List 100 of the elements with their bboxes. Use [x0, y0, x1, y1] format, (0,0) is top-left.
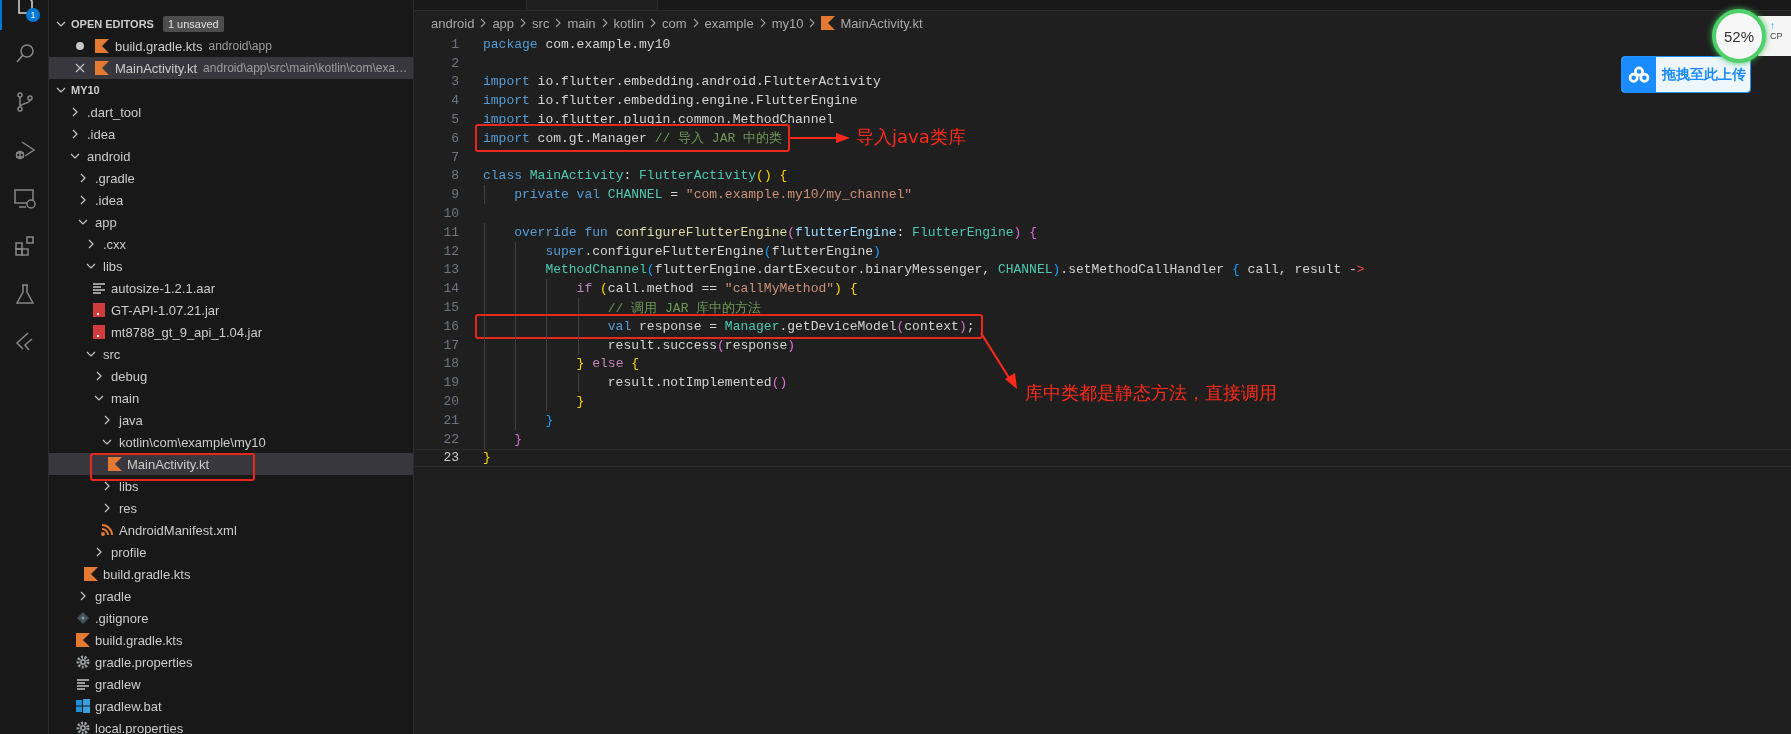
file-item[interactable]: gradlew.bat — [49, 695, 413, 717]
annotation-arrow — [790, 132, 851, 145]
line-number: 18 — [442, 356, 459, 372]
code-line: } — [513, 431, 522, 447]
folder-item[interactable]: debug — [49, 365, 413, 387]
breadcrumb-item[interactable]: MainActivity.kt — [840, 15, 923, 31]
chevron-right-icon — [808, 18, 817, 28]
code-line: import io.flutter.embedding.android.FlutterActivity — [483, 74, 881, 90]
jar-file-icon — [92, 303, 106, 317]
code-line: import io.flutter.embedding.engine.FlutterEngine — [483, 93, 858, 109]
folder-item[interactable]: .cxx — [49, 233, 413, 255]
folder-item[interactable]: libs — [49, 475, 413, 497]
jar-file-icon — [92, 325, 106, 339]
breadcrumb-item[interactable]: android — [431, 15, 475, 31]
code-line: override fun configureFlutterEngine(flutterEngine: FlutterEngine) { — [513, 224, 1037, 240]
section-title[interactable]: OPEN EDITORS — [71, 18, 154, 30]
folder-item[interactable]: android — [49, 145, 413, 167]
diamond-icon — [76, 611, 90, 625]
notification-badge: 1 — [26, 8, 40, 22]
kotlin-file-icon — [821, 16, 836, 30]
text-file-icon — [76, 677, 90, 691]
kotlin-file-icon — [95, 61, 109, 75]
line-number: 3 — [450, 74, 459, 90]
line-number: 9 — [450, 187, 459, 203]
code-line: package com.example.my10 — [483, 36, 671, 52]
folder-item[interactable]: .idea — [49, 123, 413, 145]
breadcrumb-item[interactable]: kotlin — [613, 15, 644, 31]
line-number: 14 — [442, 281, 459, 297]
breadcrumb-item[interactable]: my10 — [771, 15, 804, 31]
folder-item[interactable]: main — [49, 387, 413, 409]
text-file-icon — [92, 281, 106, 295]
chevron-right-icon — [691, 18, 700, 28]
rss-icon — [100, 523, 114, 537]
file-item[interactable]: AndroidManifest.xml — [49, 519, 413, 541]
line-number: 23 — [442, 450, 459, 466]
file-item[interactable]: mt8788_gt_9_api_1.04.jar — [49, 321, 413, 343]
annotation-note: 导入java类库 — [856, 125, 966, 150]
folder-item[interactable]: .gradle — [49, 167, 413, 189]
cpu-widget[interactable]: 52% ↑ CP — [1712, 9, 1791, 63]
chevron-right-icon — [519, 18, 528, 28]
chevron-right-icon — [648, 18, 657, 28]
line-number: 17 — [442, 337, 459, 353]
folder-item[interactable]: app — [49, 211, 413, 233]
kotlin-file-icon — [76, 633, 90, 647]
breadcrumb-item[interactable]: src — [532, 15, 550, 31]
line-number: 2 — [450, 55, 459, 71]
folder-item[interactable]: libs — [49, 255, 413, 277]
code-line: if (call.method == "callMyMethod") { — [575, 281, 858, 297]
file-item[interactable]: .gitignore — [49, 607, 413, 629]
breadcrumb-item[interactable]: app — [492, 15, 515, 31]
gear-icon — [76, 655, 90, 669]
flask-icon — [13, 282, 37, 306]
kotlin-file-icon — [95, 39, 109, 53]
code-line: } — [575, 394, 585, 410]
code-line: } — [483, 450, 491, 466]
folder-item[interactable]: kotlin\com\example\my10 — [49, 431, 413, 453]
line-number: 5 — [450, 112, 459, 128]
file-item[interactable]: autosize-1.2.1.aar — [49, 277, 413, 299]
code-line: result.success(response) — [606, 337, 796, 353]
line-number: 21 — [442, 412, 459, 428]
file-item[interactable]: gradle.properties — [49, 651, 413, 673]
line-number: 13 — [442, 262, 459, 278]
folder-item[interactable]: res — [49, 497, 413, 519]
close-icon[interactable] — [75, 63, 85, 73]
folder-item[interactable]: .idea — [49, 189, 413, 211]
breadcrumb-item[interactable]: com — [661, 15, 687, 31]
line-number: 4 — [450, 93, 459, 109]
line-number: 19 — [442, 375, 459, 391]
open-editor-item[interactable]: MainActivity.kt android\app\src\main\kotlin\com\exa… — [49, 57, 413, 79]
folder-item[interactable]: .dart_tool — [49, 101, 413, 123]
extensions-icon — [13, 234, 37, 258]
line-number: 22 — [442, 431, 459, 447]
chevron-right-icon — [758, 18, 767, 28]
line-number: 16 — [442, 318, 459, 334]
code-line: } else { — [575, 356, 640, 372]
annotation-note: 库中类都是静态方法，直接调用 — [1024, 381, 1277, 406]
line-number: 10 — [442, 206, 459, 222]
open-editor-item[interactable]: build.gradle.kts android\app — [49, 35, 413, 57]
file-item[interactable]: gradlew — [49, 673, 413, 695]
line-number: 12 — [442, 243, 459, 259]
run-debug-icon — [13, 138, 37, 162]
folder-item[interactable]: profile — [49, 541, 413, 563]
breadcrumb-item[interactable]: example — [704, 15, 754, 31]
code-line: class MainActivity: FlutterActivity() { — [483, 168, 788, 184]
kotlin-file-icon — [84, 567, 98, 581]
file-item[interactable]: build.gradle.kts — [49, 629, 413, 651]
folder-item[interactable]: gradle — [49, 585, 413, 607]
chevron-right-icon — [479, 18, 488, 28]
code-line: super.configureFlutterEngine(flutterEngine) — [544, 243, 881, 259]
folder-item[interactable]: src — [49, 343, 413, 365]
monitor-icon — [13, 186, 37, 210]
annotation-arrow — [978, 331, 1019, 390]
folder-item[interactable]: java — [49, 409, 413, 431]
code-line: result.notImplemented() — [606, 375, 788, 391]
file-item[interactable]: build.gradle.kts — [49, 563, 413, 585]
file-item[interactable]: GT-API-1.07.21.jar — [49, 299, 413, 321]
breadcrumb-item[interactable]: main — [567, 15, 596, 31]
line-number: 1 — [450, 36, 459, 52]
project-title[interactable]: MY10 — [71, 84, 100, 96]
chevron-right-icon — [554, 18, 563, 28]
